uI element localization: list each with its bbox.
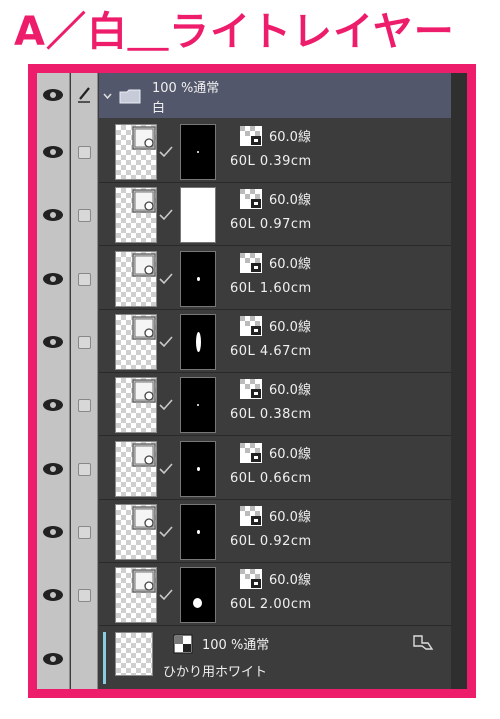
layer-opacity-mode: 60.0線 bbox=[269, 257, 311, 272]
edit-target-checkbox[interactable] bbox=[78, 463, 91, 476]
layer-color-bar bbox=[103, 632, 106, 684]
mask-link-check-icon bbox=[159, 526, 173, 538]
layer-mask-thumbnail bbox=[180, 251, 216, 307]
edit-target-checkbox[interactable] bbox=[78, 336, 91, 349]
layer-mask-thumbnail bbox=[180, 187, 216, 243]
layer-name: 60L 0.92cm bbox=[230, 534, 312, 549]
mask-link-check-icon bbox=[159, 399, 173, 411]
layer-row[interactable]: 60.0線 60L 4.67cm bbox=[37, 310, 467, 373]
line-layer-icon bbox=[240, 316, 262, 336]
vector-layer-icon bbox=[132, 506, 156, 530]
folder-opacity-mode: 100 %通常 bbox=[152, 81, 220, 96]
layer-mask-thumbnail bbox=[180, 124, 216, 180]
mask-link-check-icon bbox=[159, 463, 173, 475]
layer-name: 60L 0.38cm bbox=[230, 407, 312, 422]
mask-link-check-icon bbox=[159, 336, 173, 348]
eye-icon[interactable] bbox=[43, 399, 63, 411]
layer-row[interactable]: 60.0線 60L 2.00cm bbox=[37, 563, 467, 626]
folder-name: 白 bbox=[152, 101, 166, 116]
edit-target-checkbox[interactable] bbox=[78, 526, 91, 539]
layer-row[interactable]: 60.0線 60L 0.39cm bbox=[37, 120, 467, 183]
layer-name: 60L 4.67cm bbox=[230, 344, 312, 359]
layer-opacity-mode: 60.0線 bbox=[269, 383, 311, 398]
layer-row[interactable]: 60.0線 60L 0.38cm bbox=[37, 373, 467, 436]
line-layer-icon bbox=[240, 253, 262, 273]
folder-row[interactable]: 100 %通常 白 bbox=[37, 73, 467, 118]
eye-icon[interactable] bbox=[43, 589, 63, 601]
edit-target-checkbox[interactable] bbox=[78, 146, 91, 159]
layer-opacity-mode: 60.0線 bbox=[269, 130, 311, 145]
layer-opacity-mode: 60.0線 bbox=[269, 193, 311, 208]
layer-row[interactable]: 60.0線 60L 0.66cm bbox=[37, 437, 467, 500]
layer-name: 60L 1.60cm bbox=[230, 281, 312, 296]
edit-target-checkbox[interactable] bbox=[78, 209, 91, 222]
layer-opacity-mode: 60.0線 bbox=[269, 447, 311, 462]
layer-opacity-mode: 60.0線 bbox=[269, 573, 311, 588]
layer-row[interactable]: 60.0線 60L 1.60cm bbox=[37, 247, 467, 310]
eye-icon[interactable] bbox=[43, 89, 63, 101]
eye-icon[interactable] bbox=[43, 146, 63, 158]
pen-icon[interactable] bbox=[77, 87, 91, 103]
layer-name: 60L 0.39cm bbox=[230, 154, 312, 169]
eye-icon[interactable] bbox=[43, 653, 63, 665]
eye-icon[interactable] bbox=[43, 463, 63, 475]
light-layer-opacity-mode: 100 %通常 bbox=[202, 638, 270, 653]
layer-thumbnail bbox=[115, 632, 153, 676]
vector-layer-icon bbox=[132, 189, 156, 213]
eye-icon[interactable] bbox=[43, 273, 63, 285]
eye-icon[interactable] bbox=[43, 209, 63, 221]
layer-name: 60L 2.00cm bbox=[230, 597, 312, 612]
eye-icon[interactable] bbox=[43, 526, 63, 538]
layer-mask-thumbnail bbox=[180, 377, 216, 433]
mask-link-check-icon bbox=[159, 273, 173, 285]
layer-name: 60L 0.97cm bbox=[230, 217, 312, 232]
mask-link-check-icon bbox=[159, 209, 173, 221]
layer-name: 60L 0.66cm bbox=[230, 471, 312, 486]
mask-link-check-icon bbox=[159, 146, 173, 158]
layer-opacity-mode: 60.0線 bbox=[269, 510, 311, 525]
edit-target-checkbox[interactable] bbox=[78, 399, 91, 412]
layer-opacity-mode: 60.0線 bbox=[269, 320, 311, 335]
page-title: A／白＿ライトレイヤー bbox=[14, 9, 455, 55]
line-layer-icon bbox=[240, 189, 262, 209]
layer-row[interactable]: 60.0線 60L 0.97cm bbox=[37, 183, 467, 246]
line-layer-icon bbox=[240, 126, 262, 146]
light-layer-name: ひかり用ホワイト bbox=[163, 665, 268, 680]
light-layer-row[interactable]: 100 %通常 ひかり用ホワイト bbox=[37, 628, 467, 689]
line-layer-icon bbox=[240, 506, 262, 526]
eye-icon[interactable] bbox=[43, 336, 63, 348]
layer-mask-thumbnail bbox=[180, 441, 216, 497]
layer-mask-thumbnail bbox=[180, 314, 216, 370]
line-layer-icon bbox=[240, 569, 262, 589]
vector-layer-icon bbox=[132, 316, 156, 340]
vector-layer-icon bbox=[132, 126, 156, 150]
layer-row[interactable]: 60.0線 60L 0.92cm bbox=[37, 500, 467, 563]
reference-layer-icon bbox=[413, 635, 434, 650]
vector-layer-icon bbox=[132, 253, 156, 277]
line-layer-icon bbox=[240, 443, 262, 463]
edit-target-checkbox[interactable] bbox=[78, 589, 91, 602]
raster-layer-icon bbox=[173, 634, 193, 654]
vector-layer-icon bbox=[132, 443, 156, 467]
vector-layer-icon bbox=[132, 379, 156, 403]
layer-mask-thumbnail bbox=[180, 567, 216, 623]
edit-target-checkbox[interactable] bbox=[78, 273, 91, 286]
mask-link-check-icon bbox=[159, 589, 173, 601]
line-layer-icon bbox=[240, 379, 262, 399]
folder-icon bbox=[119, 89, 141, 104]
layer-mask-thumbnail bbox=[180, 504, 216, 560]
chevron-down-icon[interactable] bbox=[103, 91, 112, 100]
layer-panel: 100 %通常 白 60.0線 60L 0.39cm 60.0線 60L 0.9… bbox=[28, 64, 476, 698]
vector-layer-icon bbox=[132, 569, 156, 593]
